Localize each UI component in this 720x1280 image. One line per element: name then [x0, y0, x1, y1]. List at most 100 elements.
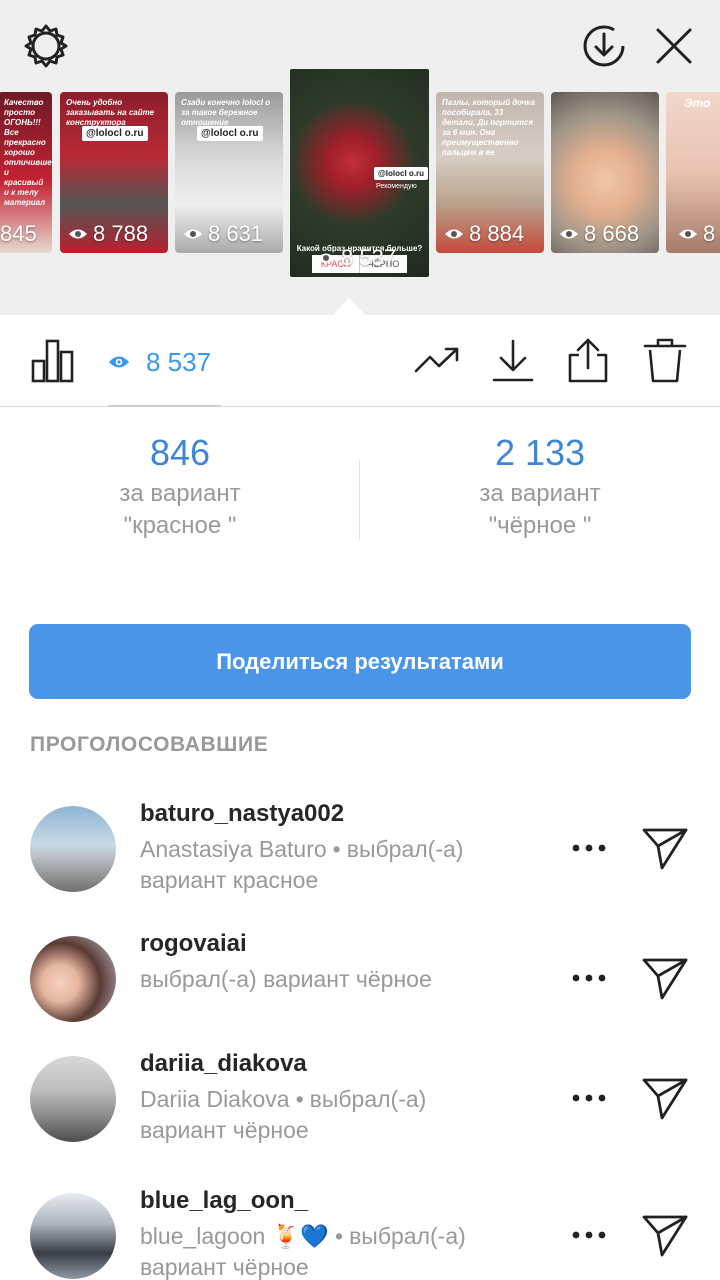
voter-username[interactable]: blue_lag_oon_: [140, 1185, 560, 1217]
eye-icon: [69, 229, 87, 239]
story-thumbnail-text: Очень удобно заказывать на сайте констру…: [66, 98, 155, 127]
voter-username[interactable]: rogovaiai: [140, 928, 560, 960]
avatar[interactable]: [30, 1193, 116, 1279]
more-options-icon[interactable]: [568, 972, 610, 984]
story-thumbnail[interactable]: Это 8: [666, 92, 720, 253]
download-icon[interactable]: [490, 337, 536, 383]
voter-info: blue_lag_oon_ blue_lagoon 🍹💙 • выбрал(-а) …: [140, 1185, 560, 1280]
result-option-red: 846 за вариант "красное ": [0, 430, 360, 542]
settings-gear-icon[interactable]: [22, 22, 70, 70]
story-thumbnail[interactable]: Очень удобно заказывать на сайте констру…: [60, 92, 168, 253]
views-count: 8 537: [341, 245, 397, 270]
avatar[interactable]: [30, 936, 116, 1022]
views-tab-underline: [108, 405, 221, 407]
voter-info: baturo_nastya002 Anastasiya Baturo • выбра…: [140, 798, 560, 896]
result-label: за вариант: [119, 480, 241, 507]
stats-bar-chart-icon[interactable]: [30, 337, 76, 383]
voter-choice-verb: выбрал(-а): [309, 1086, 427, 1112]
eye-icon: [184, 229, 202, 239]
close-icon[interactable]: [652, 24, 696, 68]
story-thumbnail[interactable]: Сзади конечно lolocl o за такое бережное…: [175, 92, 283, 253]
voter-choice-verb: выбрал(-а): [349, 1223, 466, 1249]
voter-row[interactable]: rogovaiai выбрал(-а) вариант чёрное: [0, 928, 720, 1048]
bullet-separator: •: [335, 1223, 344, 1249]
story-thumbnail[interactable]: Пазлы, который дочка пособирала, 33 дета…: [436, 92, 544, 253]
eye-icon: [445, 229, 463, 239]
story-thumbnail[interactable]: 8 668: [551, 92, 659, 253]
voter-username[interactable]: dariia_diakova: [140, 1048, 560, 1080]
more-options-icon[interactable]: [568, 842, 610, 854]
bullet-separator: •: [295, 1086, 304, 1112]
bullet-separator: •: [332, 836, 341, 862]
voter-choice-option: вариант красное: [140, 867, 319, 893]
story-toolbar: 8 537: [0, 315, 720, 407]
eye-icon: [109, 356, 129, 368]
story-thumbnail-handle: @lolocl o.ru: [197, 126, 263, 141]
views-count: 8 668: [584, 221, 640, 246]
voter-row[interactable]: blue_lag_oon_ blue_lagoon 🍹💙 • выбрал(-а) …: [0, 1185, 720, 1280]
result-count: 846: [149, 432, 211, 473]
story-thumbnail-views: 8: [678, 221, 715, 247]
eye-icon: [560, 229, 578, 239]
views-count: 8 631: [208, 221, 264, 246]
views-count: 8 884: [469, 221, 525, 246]
voter-choice: blue_lagoon 🍹💙 • выбрал(-а) вариант чёрное: [140, 1221, 560, 1280]
eye-icon: [317, 253, 335, 263]
voter-full-name: blue_lagoon 🍹💙: [140, 1223, 330, 1249]
story-thumbnail-views: 8 537: [316, 245, 396, 271]
result-count: 2 133: [494, 432, 586, 473]
poll-results: 846 за вариант "красное " 2 133 за вариа…: [0, 430, 720, 570]
send-direct-icon[interactable]: [640, 1076, 690, 1120]
trash-icon[interactable]: [642, 337, 688, 383]
avatar[interactable]: [30, 806, 116, 892]
voter-row[interactable]: baturo_nastya002 Anastasiya Baturo • выбра…: [0, 798, 720, 918]
voter-info: rogovaiai выбрал(-а) вариант чёрное: [140, 928, 560, 995]
send-direct-icon[interactable]: [640, 826, 690, 870]
voter-choice-verb: выбрал(-а): [346, 836, 464, 862]
views-count: 845: [0, 221, 37, 246]
story-strip-area: Качество просто ОГОНЬ!!! Все прекрасно х…: [0, 0, 720, 316]
selected-pointer-arrow: [332, 298, 366, 316]
voter-choice: выбрал(-а) вариант чёрное: [140, 964, 560, 995]
views-count: 8 788: [93, 221, 149, 246]
avatar[interactable]: [30, 1056, 116, 1142]
story-thumbnail-views: 845: [0, 221, 37, 247]
story-thumbnail[interactable]: Качество просто ОГОНЬ!!! Все прекрасно х…: [0, 92, 52, 253]
story-thumbnail-text: Качество просто ОГОНЬ!!! Все прекрасно х…: [4, 98, 52, 207]
story-thumbnail-views: 8 884: [444, 221, 524, 247]
story-handle: @lolocl o.ru: [374, 167, 429, 180]
send-direct-icon[interactable]: [640, 1213, 690, 1257]
views-tab[interactable]: 8 537: [108, 345, 211, 379]
voter-choice: Anastasiya Baturo • выбрал(-а) вариант кра…: [140, 834, 560, 896]
story-thumbnail-strip[interactable]: Качество просто ОГОНЬ!!! Все прекрасно х…: [0, 69, 720, 277]
download-circle-icon[interactable]: [580, 22, 628, 70]
voter-username[interactable]: baturo_nastya002: [140, 798, 560, 830]
more-options-icon[interactable]: [568, 1092, 610, 1104]
voter-full-name: Dariia Diakova: [140, 1086, 290, 1112]
selected-story-thumbnail[interactable]: @lolocl o.ru Рекомендую Какой образ нрав…: [290, 69, 429, 277]
voter-row[interactable]: dariia_diakova Dariia Diakova • выбрал(-а)…: [0, 1048, 720, 1168]
share-results-button[interactable]: Поделиться результатами: [29, 624, 691, 699]
story-thumbnail-text: Пазлы, который дочка пособирала, 33 дета…: [442, 98, 535, 157]
story-thumbnail-views: 8 631: [183, 221, 263, 247]
views-count: 8 537: [146, 346, 212, 377]
more-options-icon[interactable]: [568, 1229, 610, 1241]
views-count: 8: [703, 221, 716, 246]
story-thumbnail-text: Это: [684, 96, 711, 110]
voter-choice-option: вариант чёрное: [140, 1117, 309, 1143]
result-label: за вариант: [479, 480, 601, 507]
result-option-name: "чёрное ": [488, 512, 592, 539]
voter-info: dariia_diakova Dariia Diakova • выбрал(-а)…: [140, 1048, 560, 1146]
story-thumbnail-text: Сзади конечно lolocl o за такое бережное…: [181, 98, 271, 127]
voter-choice-verb: выбрал(-а) вариант чёрное: [140, 966, 432, 992]
eye-icon: [679, 229, 697, 239]
promote-trend-icon[interactable]: [414, 337, 460, 383]
story-thumbnail-views: 8 668: [559, 221, 639, 247]
share-icon[interactable]: [565, 337, 611, 383]
result-option-name: "красное ": [123, 512, 237, 539]
story-thumbnail-handle: @lolocl o.ru: [82, 126, 148, 141]
send-direct-icon[interactable]: [640, 956, 690, 1000]
story-tag: Рекомендую: [376, 183, 417, 190]
voter-choice-option: вариант чёрное: [140, 1254, 309, 1280]
result-option-black: 2 133 за вариант "чёрное ": [360, 430, 720, 542]
